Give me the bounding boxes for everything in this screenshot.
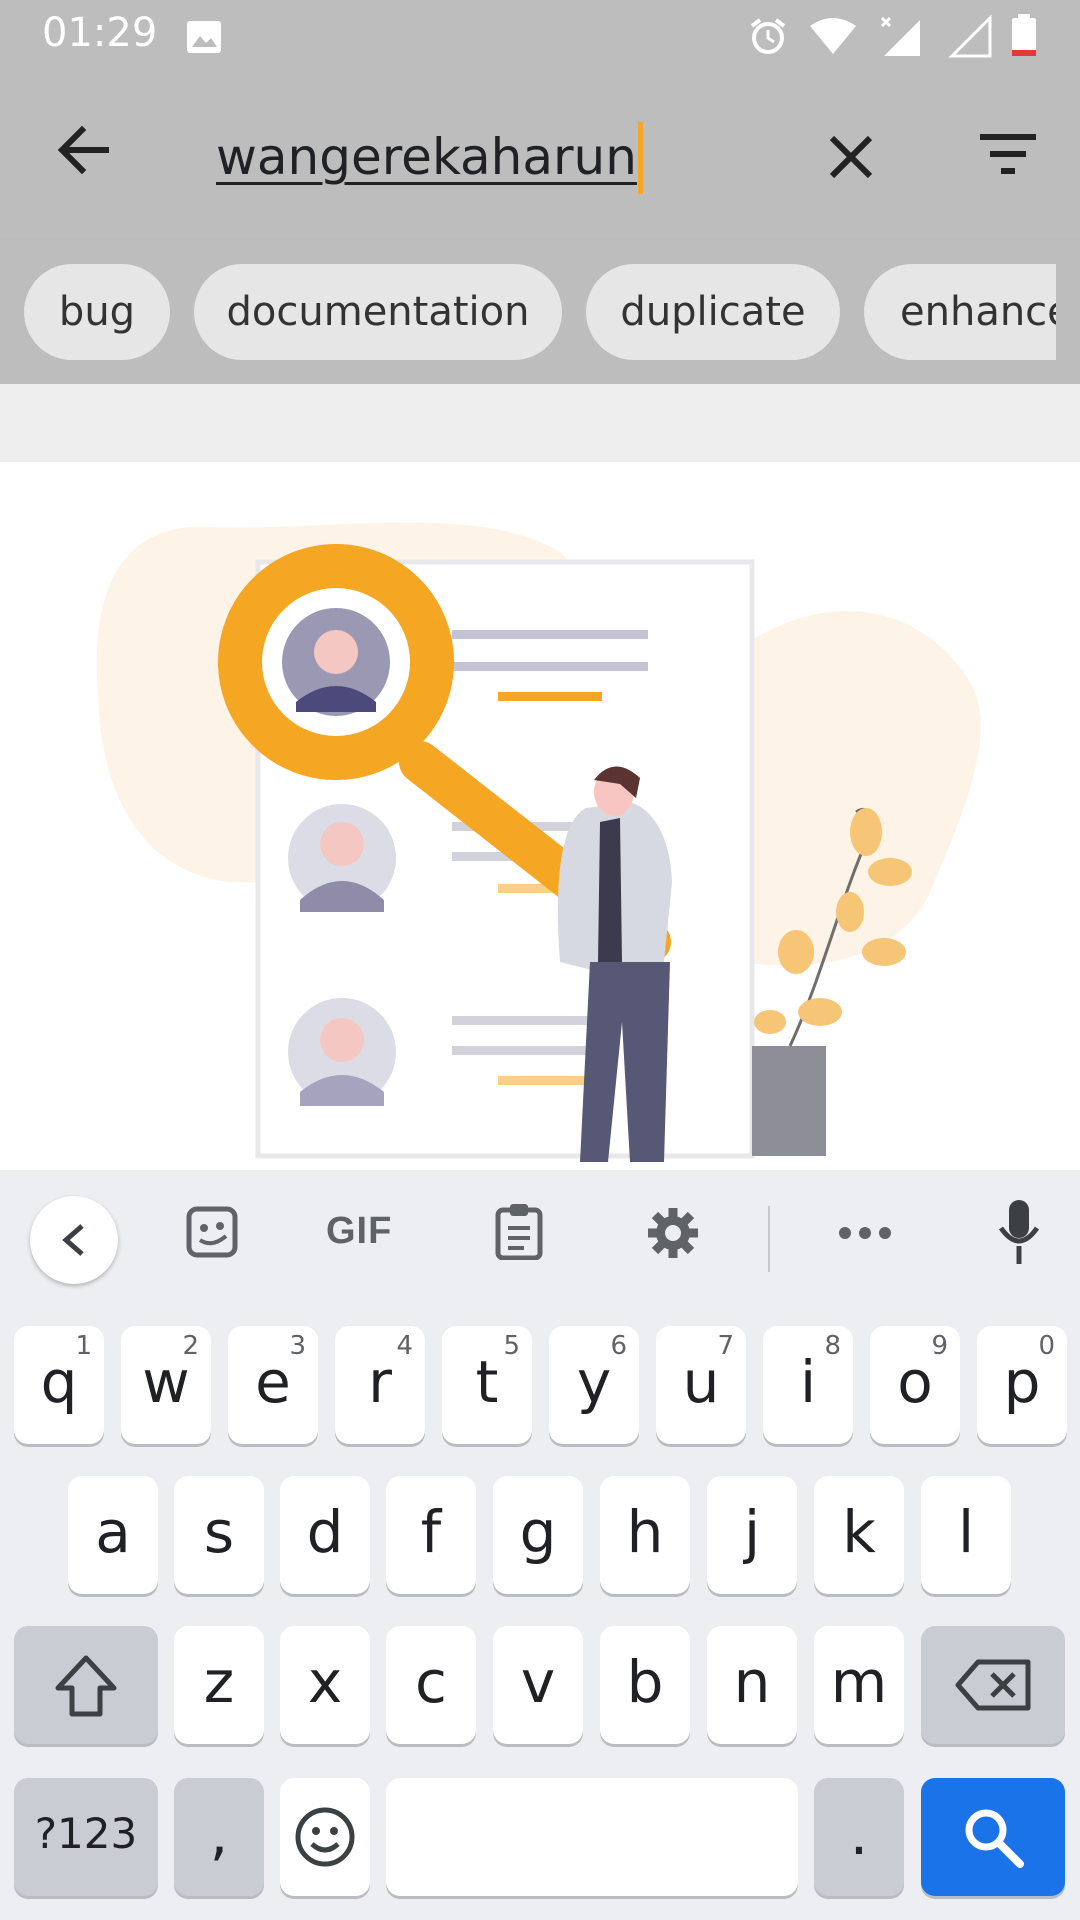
key-n[interactable]: n [707, 1626, 797, 1744]
search-people-illustration [96, 522, 981, 1162]
key-s[interactable]: s [174, 1476, 264, 1594]
battery-icon [1012, 14, 1036, 56]
shift-arrow-icon [55, 1655, 117, 1717]
key-h[interactable]: h [600, 1476, 690, 1594]
chip-duplicate[interactable]: duplicate [586, 264, 840, 360]
keyboard-toolbar: GIF [0, 1170, 1080, 1310]
key-o[interactable]: o9 [870, 1326, 960, 1444]
sticker-icon[interactable] [186, 1206, 238, 1258]
key-q[interactable]: q1 [14, 1326, 104, 1444]
key-u[interactable]: u7 [656, 1326, 746, 1444]
more-options-icon[interactable] [838, 1226, 892, 1240]
key-j[interactable]: j [707, 1476, 797, 1594]
wifi-icon [810, 18, 856, 54]
chip-enhancement[interactable]: enhance [864, 264, 1056, 360]
key-y[interactable]: y6 [549, 1326, 639, 1444]
clear-icon[interactable] [828, 134, 874, 180]
key-g[interactable]: g [493, 1476, 583, 1594]
gif-button[interactable]: GIF [326, 1210, 392, 1253]
key-p[interactable]: p0 [977, 1326, 1067, 1444]
key-t[interactable]: t5 [442, 1326, 532, 1444]
comma-key[interactable]: , [174, 1778, 264, 1896]
search-input-text: wangerekaharun [216, 128, 637, 186]
backspace-icon [955, 1659, 1031, 1711]
key-z[interactable]: z [174, 1626, 264, 1744]
text-cursor [637, 122, 643, 194]
key-r[interactable]: r4 [335, 1326, 425, 1444]
microphone-icon[interactable] [996, 1198, 1042, 1268]
alarm-icon [750, 18, 786, 54]
key-a[interactable]: a [68, 1476, 158, 1594]
key-v[interactable]: v [493, 1626, 583, 1744]
search-app-bar: wangerekaharun [0, 72, 1080, 240]
space-key[interactable] [386, 1778, 798, 1896]
label-chip-row: bug documentation duplicate enhance [0, 240, 1080, 384]
key-m[interactable]: m [814, 1626, 904, 1744]
filter-icon[interactable] [980, 134, 1036, 174]
key-k[interactable]: k [814, 1476, 904, 1594]
toolbar-divider [768, 1206, 770, 1272]
chevron-left-icon [62, 1224, 84, 1256]
back-arrow-icon[interactable] [56, 124, 112, 176]
search-input[interactable]: wangerekaharun [216, 122, 643, 194]
key-c[interactable]: c [386, 1626, 476, 1744]
shift-key[interactable] [14, 1626, 158, 1744]
content-header-band [0, 384, 1080, 462]
key-e[interactable]: e3 [228, 1326, 318, 1444]
symbols-key[interactable]: ?123 [14, 1778, 158, 1896]
key-f[interactable]: f [386, 1476, 476, 1594]
key-w[interactable]: w2 [121, 1326, 211, 1444]
key-x[interactable]: x [280, 1626, 370, 1744]
search-icon [965, 1809, 1024, 1868]
chip-bug[interactable]: bug [24, 264, 170, 360]
cell-signal-2-icon [948, 14, 992, 58]
emoji-icon [295, 1807, 355, 1867]
chip-documentation[interactable]: documentation [194, 264, 562, 360]
clipboard-icon[interactable] [494, 1202, 544, 1260]
backspace-key[interactable] [921, 1626, 1065, 1744]
emoji-key[interactable] [280, 1778, 370, 1896]
key-i[interactable]: i8 [763, 1326, 853, 1444]
key-l[interactable]: l [921, 1476, 1011, 1594]
key-b[interactable]: b [600, 1626, 690, 1744]
cell-signal-icon [880, 16, 920, 56]
period-key[interactable]: . [814, 1778, 904, 1896]
image-notification-icon [187, 21, 221, 53]
key-d[interactable]: d [280, 1476, 370, 1594]
search-action-key[interactable] [921, 1778, 1065, 1896]
collapse-toolbar-button[interactable] [30, 1196, 118, 1284]
settings-gear-icon[interactable] [646, 1206, 700, 1260]
status-time: 01:29 [42, 10, 158, 56]
status-bar: 01:29 [0, 0, 1080, 72]
